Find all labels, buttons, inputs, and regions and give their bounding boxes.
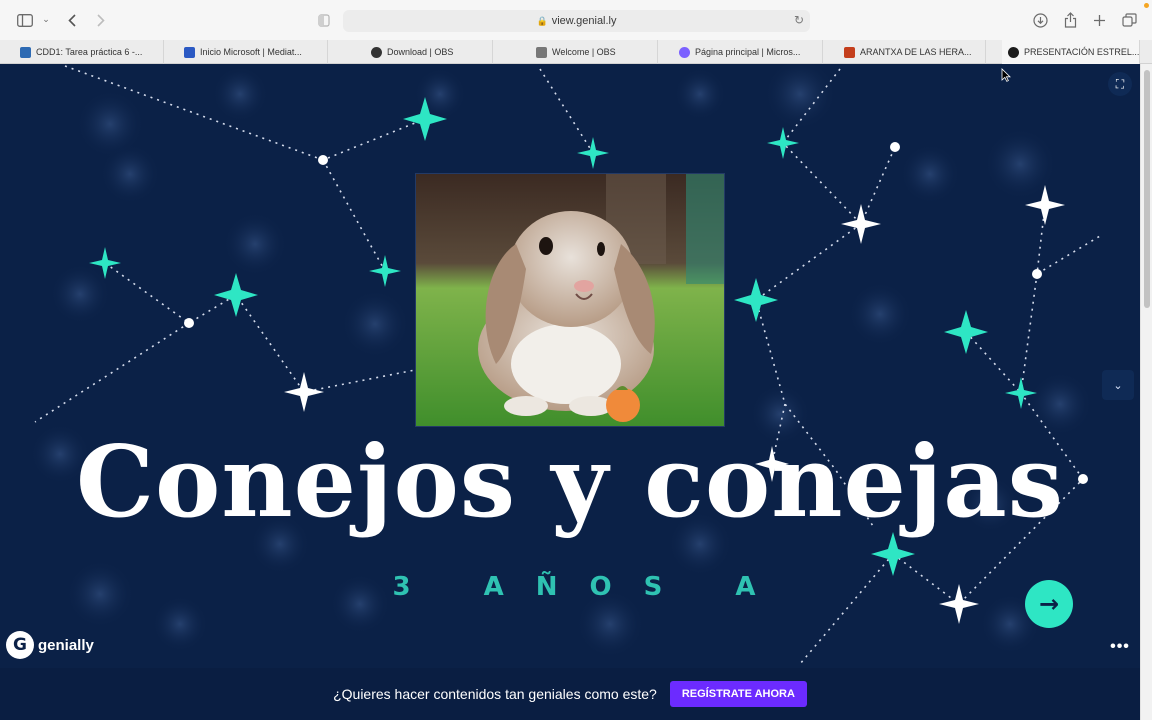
- tab-label: ARANTXA DE LAS HERA...: [860, 47, 972, 57]
- signup-banner: ¿Quieres hacer contenidos tan geniales c…: [0, 668, 1140, 720]
- reader-shield-icon[interactable]: [316, 10, 332, 30]
- genially-icon: [1008, 46, 1019, 58]
- browser-toolbar: ⌄ 🔒 view.genial.ly ↻: [0, 0, 1152, 40]
- url-text: view.genial.ly: [551, 15, 617, 27]
- share-icon[interactable]: [1062, 10, 1078, 30]
- tab-bar: CDD1: Tarea práctica 6 -... Inicio Micro…: [0, 40, 1152, 64]
- clapperboard-icon: [184, 46, 195, 58]
- ellipsis-icon: •••: [1110, 638, 1130, 655]
- sidebar-toggle-icon[interactable]: [16, 10, 34, 30]
- tab-cdd1[interactable]: CDD1: Tarea práctica 6 -...: [14, 40, 164, 64]
- rabbit-photo: [415, 173, 725, 427]
- address-bar[interactable]: 🔒 view.genial.ly ↻: [343, 10, 810, 32]
- slide-title: Conejos y conejas: [76, 425, 1064, 540]
- slide-subtitle: 3 AÑOS A: [392, 572, 788, 602]
- back-icon[interactable]: [64, 10, 80, 30]
- register-button[interactable]: REGÍSTRATE AHORA: [669, 681, 807, 707]
- arrow-right-icon: →: [1038, 590, 1060, 618]
- tab-welcome-obs[interactable]: Welcome | OBS: [530, 40, 658, 64]
- presentation-slide: ⛶ ⌄ Conejos y conejas 3 AÑOS A → ••• G g…: [0, 64, 1140, 668]
- tab-label: Inicio Microsoft | Mediat...: [200, 47, 302, 57]
- tab-presentacion[interactable]: PRESENTACIÓN ESTREL...: [1002, 40, 1140, 64]
- fullscreen-icon[interactable]: ⛶: [1108, 72, 1132, 96]
- obs-icon: [371, 46, 382, 58]
- forward-icon[interactable]: [93, 10, 109, 30]
- scrollbar-thumb[interactable]: [1144, 70, 1150, 308]
- tab-download-obs[interactable]: Download | OBS: [365, 40, 493, 64]
- download-icon[interactable]: [1032, 10, 1048, 30]
- tab-label: PRESENTACIÓN ESTREL...: [1024, 47, 1140, 57]
- obs-icon: [536, 46, 547, 58]
- reload-icon[interactable]: ↻: [794, 13, 804, 27]
- tab-label: Download | OBS: [387, 47, 454, 57]
- tab-label: CDD1: Tarea práctica 6 -...: [36, 47, 143, 57]
- banner-message: ¿Quieres hacer contenidos tan geniales c…: [333, 686, 657, 702]
- new-tab-icon[interactable]: [1091, 10, 1107, 30]
- tab-label: Página principal | Micros...: [695, 47, 801, 57]
- powerpoint-icon: [844, 46, 855, 58]
- graduation-cap-icon: [20, 46, 31, 58]
- next-slide-button[interactable]: →: [1025, 580, 1073, 628]
- chevron-down-icon[interactable]: ⌄: [1102, 370, 1134, 400]
- more-options-button[interactable]: •••: [1104, 634, 1136, 660]
- lock-icon: 🔒: [536, 15, 548, 26]
- microsoft-icon: [679, 46, 690, 58]
- genially-logo[interactable]: G genially: [6, 630, 94, 660]
- page-scrollbar[interactable]: [1140, 64, 1152, 720]
- tab-microsoft-mediateca[interactable]: Inicio Microsoft | Mediat...: [178, 40, 328, 64]
- notification-dot: [1144, 3, 1149, 8]
- mouse-cursor-icon: [1001, 68, 1011, 82]
- chevron-down-icon[interactable]: ⌄: [40, 10, 52, 30]
- tab-microsoft-home[interactable]: Página principal | Micros...: [673, 40, 823, 64]
- genially-icon: G: [6, 631, 34, 659]
- tab-arantxa[interactable]: ARANTXA DE LAS HERA...: [838, 40, 986, 64]
- tab-overview-icon[interactable]: [1121, 10, 1137, 30]
- genially-wordmark: genially: [38, 636, 94, 654]
- tab-label: Welcome | OBS: [552, 47, 616, 57]
